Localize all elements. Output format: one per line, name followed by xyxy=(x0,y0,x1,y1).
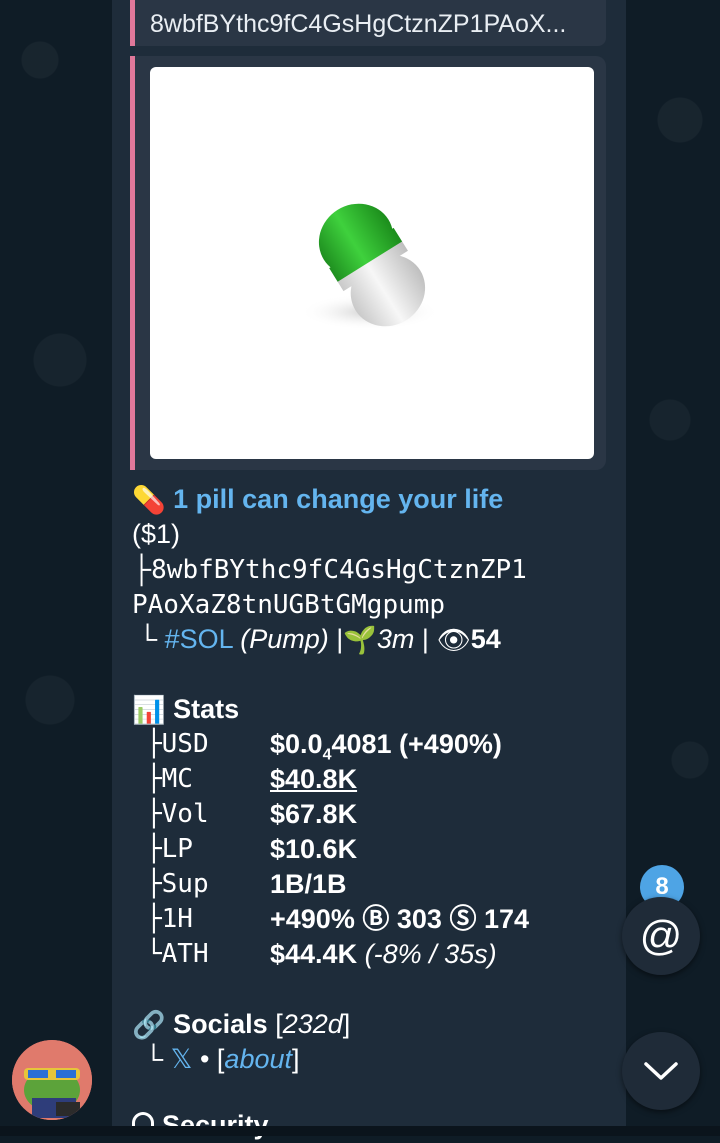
buys-icon: Ⓑ xyxy=(362,904,390,934)
frog-avatar-icon xyxy=(12,1040,92,1120)
token-image[interactable] xyxy=(150,67,594,459)
sells-icon: Ⓢ xyxy=(449,904,477,934)
eye-icon: 👁 xyxy=(436,625,471,656)
bar-chart-icon: 📊 xyxy=(132,695,166,726)
at-sign-icon: @ xyxy=(639,912,683,959)
about-link[interactable]: about xyxy=(224,1044,292,1074)
token-address-line-2[interactable]: PAoXaZ8tnUGBtGMgpump xyxy=(132,587,445,623)
link-icon: 🔗 xyxy=(132,1010,166,1041)
seedling-icon: 🌱 xyxy=(343,625,377,656)
socials-heading: 🔗 Socials [232d] xyxy=(132,1007,350,1043)
bottom-bar xyxy=(0,1126,720,1136)
avatar[interactable] xyxy=(12,1040,92,1120)
market-cap-link[interactable]: $40.8K xyxy=(270,762,357,797)
token-title[interactable]: 💊 1 pill can change your life xyxy=(132,482,503,518)
token-address-line-1[interactable]: ├8wbfBYthc9fC4GsHgCtznZP1 xyxy=(132,552,527,588)
token-price-tag: ($1) xyxy=(132,519,181,549)
token-name[interactable]: 1 pill can change your life xyxy=(173,484,503,514)
chevron-down-icon xyxy=(644,1062,678,1080)
reply-quote-text: 8wbfBYthc9fC4GsHgCtznZP1PAoX... xyxy=(150,10,567,38)
pill-emoji-icon: 💊 xyxy=(132,485,166,516)
stats-heading: 📊 Stats xyxy=(132,692,239,728)
sol-hashtag-link[interactable]: #SOL xyxy=(165,624,233,654)
socials-links: └ 𝕏 • [about] xyxy=(144,1044,300,1074)
platform-label: (Pump) xyxy=(240,624,329,654)
token-age: 3m xyxy=(376,624,415,654)
mentions-button[interactable]: @ xyxy=(622,897,700,975)
x-link[interactable]: 𝕏 xyxy=(171,1044,193,1074)
scroll-down-button[interactable] xyxy=(622,1032,700,1110)
pill-icon xyxy=(300,203,440,330)
views-count: 54 xyxy=(470,624,501,654)
token-meta-line: └ #SOL (Pump) |🌱3m | 👁54 xyxy=(132,622,501,658)
